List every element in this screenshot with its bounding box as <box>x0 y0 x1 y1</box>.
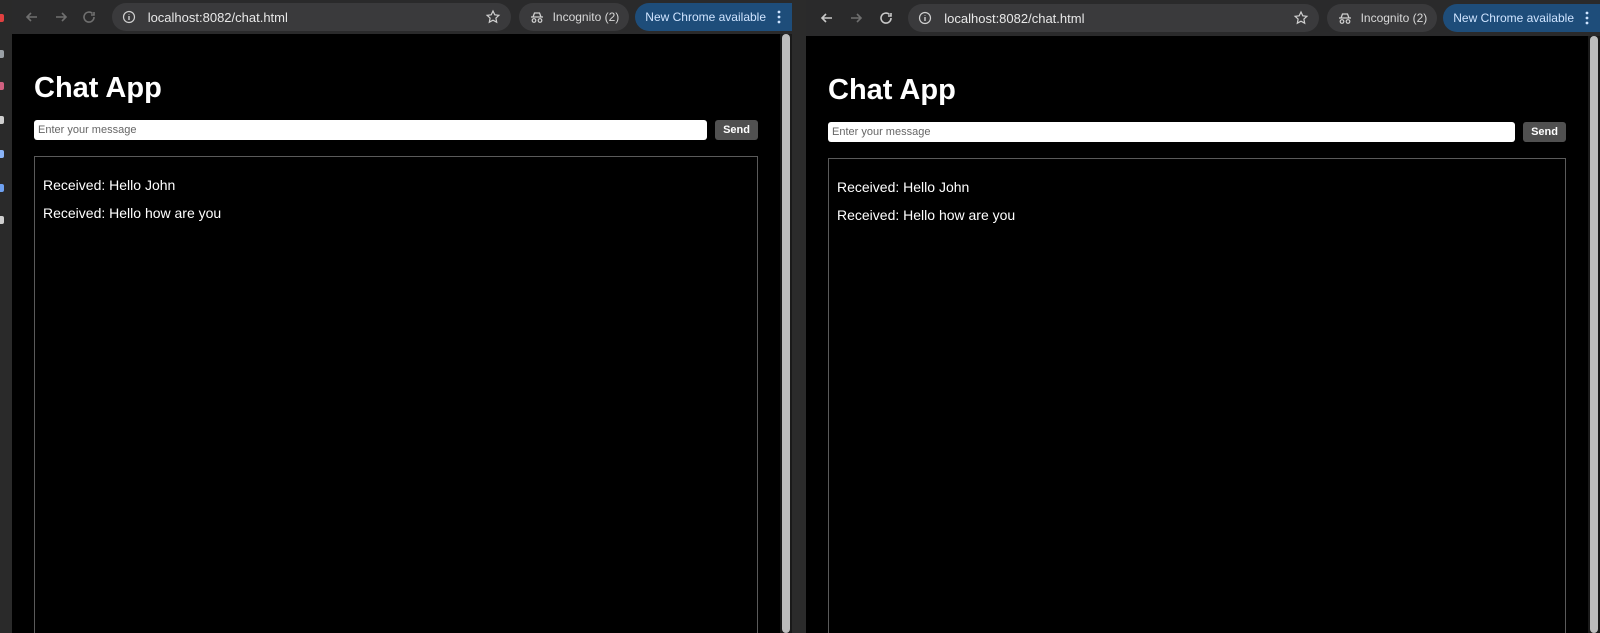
incognito-chip[interactable]: Incognito (2) <box>1326 4 1438 32</box>
arrow-left-icon <box>820 13 832 23</box>
dock-app-icon[interactable] <box>0 184 4 192</box>
incognito-icon <box>530 12 543 23</box>
reload-button[interactable] <box>871 4 900 32</box>
kebab-menu-icon[interactable] <box>772 9 786 25</box>
reload-icon <box>879 12 892 24</box>
url-text[interactable]: localhost:8082/chat.html <box>148 10 485 25</box>
list-item: Received: Hello John <box>43 177 176 193</box>
forward-button[interactable] <box>841 4 870 32</box>
chat-page: Chat App Send Received: Hello John Recei… <box>806 36 1588 633</box>
dock-app-icon[interactable] <box>0 50 4 58</box>
arrow-right-icon <box>55 12 67 22</box>
window-divider <box>792 0 806 633</box>
update-label: New Chrome available <box>645 10 767 24</box>
message-list: Received: Hello John Received: Hello how… <box>828 158 1566 633</box>
arrow-right-icon <box>851 13 863 23</box>
scrollbar[interactable] <box>780 34 792 633</box>
reload-button[interactable] <box>75 3 104 31</box>
star-icon[interactable] <box>1293 10 1309 26</box>
address-bar[interactable]: localhost:8082/chat.html <box>908 4 1319 32</box>
back-button[interactable] <box>18 3 47 31</box>
message-form: Send <box>34 120 758 140</box>
list-item: Received: Hello John <box>837 179 970 195</box>
update-chip[interactable]: New Chrome available <box>635 3 792 31</box>
list-item: Received: Hello how are you <box>837 207 1016 223</box>
dock-app-icon[interactable] <box>0 82 4 90</box>
update-chip[interactable]: New Chrome available <box>1443 4 1600 32</box>
dock-strip <box>0 0 12 633</box>
scrollbar-thumb[interactable] <box>782 34 790 633</box>
back-button[interactable] <box>812 4 841 32</box>
scrollbar-thumb[interactable] <box>1590 36 1598 633</box>
kebab-menu-icon[interactable] <box>1580 10 1594 26</box>
incognito-label: Incognito (2) <box>1360 11 1428 25</box>
message-form: Send <box>828 122 1566 142</box>
dock-app-icon[interactable] <box>0 150 4 158</box>
browser-window-right: localhost:8082/chat.html Incognito (2) N… <box>806 0 1600 633</box>
dock-app-icon[interactable] <box>0 14 4 22</box>
dock-app-icon[interactable] <box>0 116 4 124</box>
page-title: Chat App <box>828 74 956 106</box>
update-label: New Chrome available <box>1453 11 1574 25</box>
dock-app-icon[interactable] <box>0 216 4 224</box>
send-button[interactable]: Send <box>1523 122 1566 142</box>
message-input[interactable] <box>34 120 708 140</box>
scrollbar[interactable] <box>1588 36 1600 633</box>
list-item: Received: Hello how are you <box>43 205 222 221</box>
browser-toolbar: localhost:8082/chat.html Incognito (2) N… <box>12 0 792 34</box>
browser-window-left: localhost:8082/chat.html Incognito (2) N… <box>12 0 792 633</box>
arrow-left-icon <box>26 12 38 22</box>
page-title: Chat App <box>34 72 162 104</box>
info-icon[interactable] <box>918 11 932 25</box>
send-button[interactable]: Send <box>715 120 758 140</box>
reload-icon <box>83 11 96 23</box>
message-list: Received: Hello John Received: Hello how… <box>34 156 758 633</box>
address-bar[interactable]: localhost:8082/chat.html <box>111 3 511 31</box>
incognito-icon <box>1338 13 1351 24</box>
info-icon[interactable] <box>122 10 136 24</box>
message-input[interactable] <box>828 122 1516 142</box>
incognito-chip[interactable]: Incognito (2) <box>518 3 630 31</box>
forward-button[interactable] <box>47 3 76 31</box>
incognito-label: Incognito (2) <box>552 10 620 24</box>
url-text[interactable]: localhost:8082/chat.html <box>944 11 1292 26</box>
chat-page: Chat App Send Received: Hello John Recei… <box>12 34 780 633</box>
browser-toolbar: localhost:8082/chat.html Incognito (2) N… <box>806 0 1600 36</box>
star-icon[interactable] <box>485 9 501 25</box>
